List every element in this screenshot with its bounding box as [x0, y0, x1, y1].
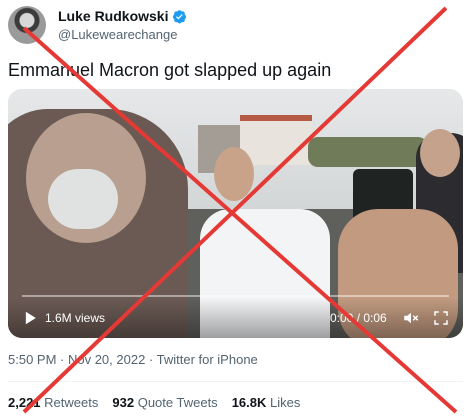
video-progress-bar[interactable] [22, 295, 449, 297]
retweets-label: Retweets [44, 395, 99, 410]
play-icon[interactable] [20, 308, 40, 328]
video-time: 0:00 / 0:06 [330, 311, 387, 325]
retweets-stat[interactable]: 2,221 Retweets [8, 395, 98, 410]
retweets-count: 2,221 [8, 395, 41, 410]
likes-stat[interactable]: 16.8K Likes [232, 395, 301, 410]
video-controls: 1.6M views 0:00 / 0:06 [8, 298, 463, 338]
author-name-row: Luke Rudkowski [58, 8, 187, 24]
video-player[interactable]: 1.6M views 0:00 / 0:06 [8, 89, 463, 338]
volume-icon[interactable] [402, 309, 420, 327]
quotes-count: 932 [112, 395, 135, 410]
author-name[interactable]: Luke Rudkowski [58, 8, 168, 24]
author-handle[interactable]: @Lukewearechange [58, 27, 177, 42]
video-frame-man-head [214, 147, 254, 201]
tweet-header: Luke Rudkowski @Lukewearechange [8, 4, 463, 44]
video-views: 1.6M views [45, 311, 106, 325]
divider [8, 381, 463, 382]
likes-count: 16.8K [231, 395, 267, 410]
video-frame-face-mask [48, 169, 118, 229]
tweet-timestamp[interactable]: 5:50 PM · Nov 20, 2022 · Twitter for iPh… [8, 352, 258, 367]
likes-label: Likes [270, 395, 301, 410]
video-frame-house [240, 115, 312, 165]
fullscreen-icon[interactable] [432, 309, 450, 327]
avatar[interactable] [8, 6, 46, 44]
quotes-label: Quote Tweets [137, 395, 218, 410]
video-frame-bodyguard-head [420, 129, 460, 177]
verified-badge-icon [173, 9, 187, 23]
tweet-stats: 2,221 Retweets 932 Quote Tweets 16.8K Li… [8, 395, 300, 410]
tweet-text: Emmanuel Macron got slapped up again [8, 60, 332, 80]
video-frame-trees [308, 137, 428, 167]
quotes-stat[interactable]: 932 Quote Tweets [112, 395, 217, 410]
